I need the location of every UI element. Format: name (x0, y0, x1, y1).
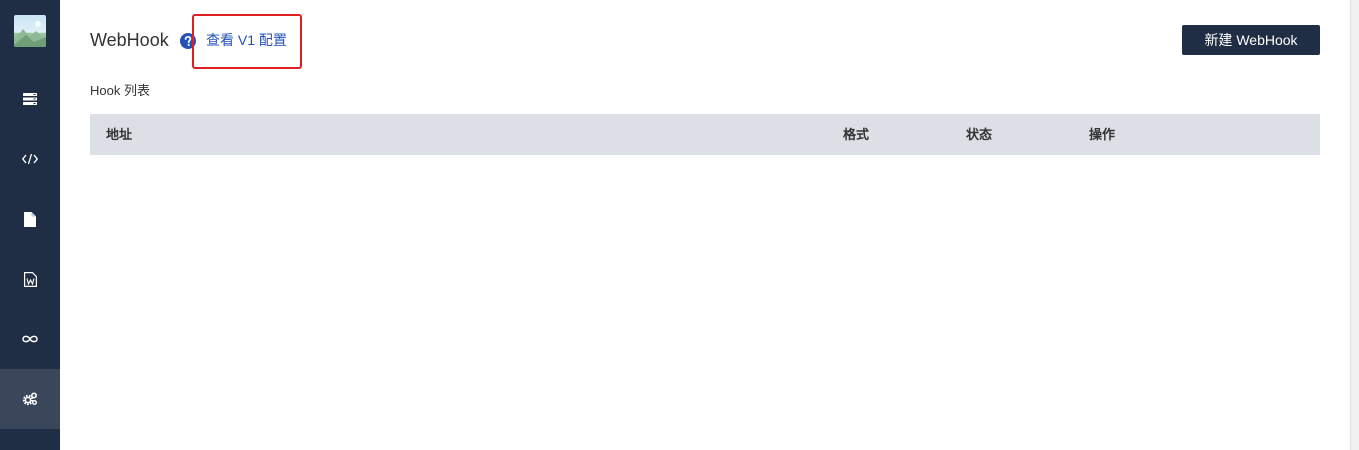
code-icon (22, 153, 38, 165)
sidebar-item-code[interactable] (0, 129, 60, 189)
column-header-actions: 操作 (1089, 127, 1116, 142)
column-header-status: 状态 (966, 127, 993, 142)
infinity-icon (22, 335, 38, 343)
sidebar-item-integration[interactable] (0, 309, 60, 369)
column-header-format: 格式 (843, 127, 870, 142)
table-header: 地址 格式 状态 操作 (90, 114, 1320, 155)
question-circle-icon[interactable] (180, 33, 196, 49)
file-icon (24, 211, 36, 227)
gears-icon (22, 392, 38, 406)
app-logo-icon[interactable] (14, 15, 46, 47)
column-header-address: 地址 (106, 127, 133, 142)
sidebar-item-storage[interactable] (0, 69, 60, 129)
sidebar (0, 0, 60, 450)
sidebar-item-word-document[interactable] (0, 249, 60, 309)
page-title: WebHook (90, 30, 169, 50)
main-content: WebHook 查看 V1 配置 新建 WebHook Hook 列表 地址 格… (60, 0, 1350, 450)
hook-list-label: Hook 列表 (90, 83, 150, 98)
page-scrollbar[interactable] (1350, 0, 1359, 450)
view-v1-config-link[interactable]: 查看 V1 配置 (206, 31, 287, 49)
new-webhook-button[interactable]: 新建 WebHook (1182, 25, 1320, 55)
sidebar-item-document[interactable] (0, 189, 60, 249)
server-stack-icon (23, 93, 37, 105)
sidebar-item-settings[interactable] (0, 369, 60, 429)
word-file-icon (23, 271, 37, 287)
